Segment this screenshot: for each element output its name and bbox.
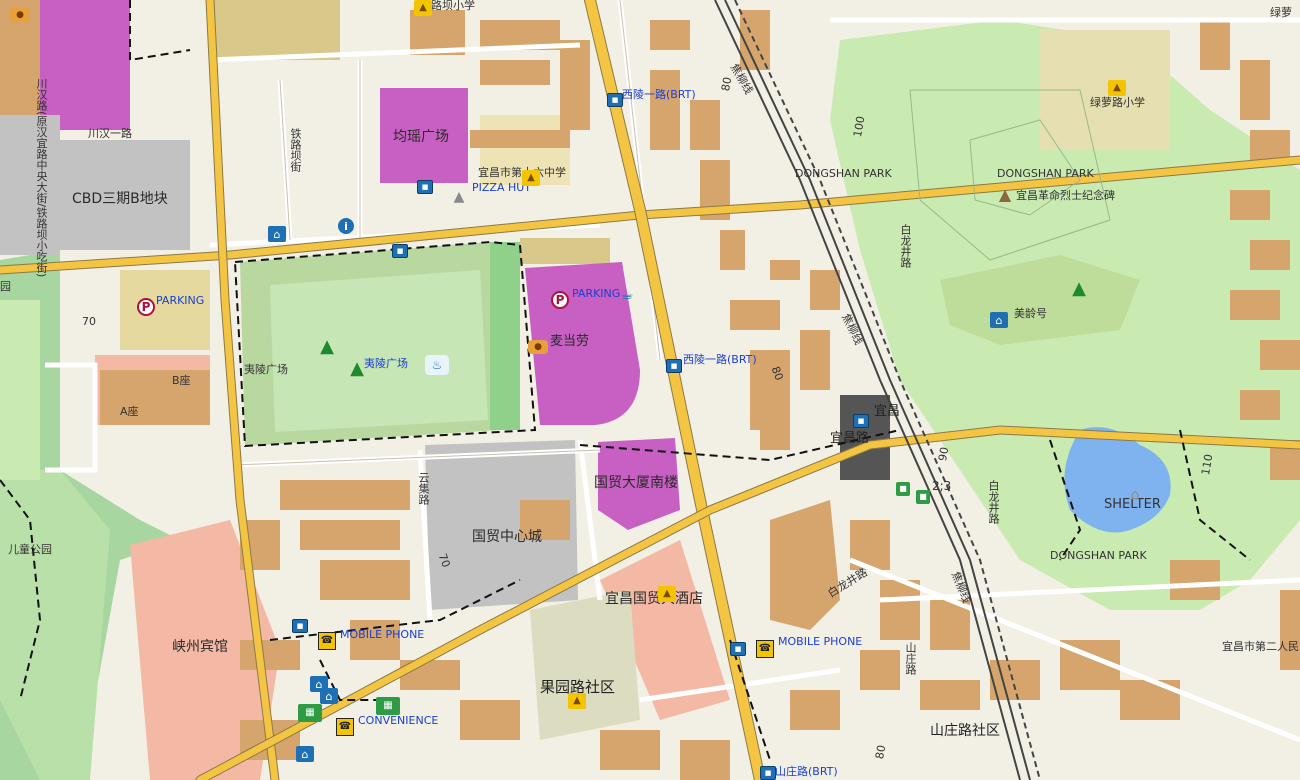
bailongjing-road-3-label: 白龙井路 xyxy=(987,480,1000,524)
contour-80-bottom: 80 xyxy=(873,744,889,761)
parking-icon[interactable]: P xyxy=(137,298,155,316)
museum-icon[interactable]: ⌂ xyxy=(268,226,286,242)
mobile-phone-2-label: MOBILE PHONE xyxy=(778,635,863,648)
railway-road-label: 铁路坝街 xyxy=(289,128,302,172)
tree-icon: ▲ xyxy=(1072,278,1086,299)
plaza-strip xyxy=(490,242,520,430)
restaurant-icon[interactable]: ▲ xyxy=(450,188,468,206)
yichang-station-label: 宜昌 xyxy=(874,404,901,419)
fast-food-icon[interactable]: ● xyxy=(528,340,548,354)
tree-icon: ▲ xyxy=(350,358,364,379)
convenience-label: CONVENIENCE xyxy=(358,714,439,727)
tan-area-mid xyxy=(520,238,610,264)
shanzhuang-brt-label: 山庄路(BRT) xyxy=(775,765,838,778)
yiling-plaza-inner xyxy=(270,270,488,432)
commercial-topleft xyxy=(40,0,130,130)
children-park-label: 儿童公园 xyxy=(8,543,52,556)
bus-stop-icon[interactable]: ■ xyxy=(730,642,746,656)
school-icon[interactable]: ▲ xyxy=(568,693,586,709)
bus-stop-icon[interactable]: ■ xyxy=(392,244,408,258)
dongshan-park-top-label: DONGSHAN PARK xyxy=(795,167,892,180)
phone-shop-icon[interactable]: ☎ xyxy=(336,718,354,736)
edge-left-label: 园 xyxy=(0,280,11,293)
museum-icon[interactable]: ⌂ xyxy=(320,688,338,704)
museum-icon[interactable]: ⌂ xyxy=(990,312,1008,328)
parking-mid-label: PARKING xyxy=(572,287,621,300)
tree-icon: ▲ xyxy=(320,336,334,357)
brt-mid-label: 西陵一路(BRT) xyxy=(683,353,757,366)
yiling-plaza-b-label: 夷陵广场 xyxy=(364,357,408,370)
cbd-label: CBD三期B地块 xyxy=(72,191,168,207)
dongshan-park-bottom-label: DONGSHAN PARK xyxy=(1050,549,1147,562)
bus-stop-icon[interactable]: ■ xyxy=(853,414,869,428)
school-icon[interactable]: ▲ xyxy=(658,586,676,602)
no2-people-label: 宜昌市第二人民 xyxy=(1222,640,1299,653)
guoyuan-community-area xyxy=(530,590,640,740)
contour-110: 110 xyxy=(1199,453,1216,477)
bus-stop-icon[interactable]: ■ xyxy=(666,359,682,373)
contour-70-left: 70 xyxy=(82,315,96,328)
phone-shop-icon[interactable]: ☎ xyxy=(318,632,336,650)
shanzhuang-road-label: 山庄路 xyxy=(904,642,917,675)
convenience-store-icon[interactable]: ▦ xyxy=(298,704,322,722)
museum-icon[interactable]: ⌂ xyxy=(296,746,314,762)
parking-left-label: PARKING xyxy=(156,294,205,307)
yichang-road-label: 宜昌路 xyxy=(830,431,870,446)
platform-label: 2;3 xyxy=(932,479,952,493)
meiling-label: 美龄号 xyxy=(1014,307,1047,320)
cafe-icon[interactable]: ☕ xyxy=(618,286,636,304)
phone-shop-icon[interactable]: ☎ xyxy=(756,640,774,658)
train-icon[interactable]: ■ xyxy=(916,490,930,504)
martyrs-monument-label: 宜昌革命烈士纪念碑 xyxy=(1016,189,1115,202)
monument-icon[interactable]: ▲ xyxy=(996,186,1014,204)
xiazhou-hotel-label: 峡州宾馆 xyxy=(172,639,228,655)
map-canvas[interactable]: 川汉一路 川汉路(原汉宜路中央大街/铁路坝小吃街) CBD三期B地块 铁路坝街 … xyxy=(0,0,1300,780)
contour-80-top: 80 xyxy=(719,76,735,93)
convenience-store-icon[interactable]: ▦ xyxy=(376,697,400,715)
guomao-south-label: 国贸大厦南楼 xyxy=(594,475,678,491)
parking-icon[interactable]: P xyxy=(551,291,569,309)
junyao-plaza-label: 均瑶广场 xyxy=(393,129,449,145)
bailongjing-road-2-label: 白龙井路 xyxy=(899,224,912,268)
block-b-label: B座 xyxy=(172,374,191,387)
mobile-phone-1-label: MOBILE PHONE xyxy=(340,628,425,641)
lvluo-school-label: 绿萝路小学 xyxy=(1090,96,1145,109)
info-icon[interactable]: i xyxy=(338,218,354,234)
school-icon[interactable]: ▲ xyxy=(414,0,432,16)
guomao-hotel-label: 宜昌国贸大酒店 xyxy=(605,591,703,607)
school-icon[interactable]: ▲ xyxy=(1108,80,1126,96)
bus-stop-icon[interactable]: ■ xyxy=(607,93,623,107)
contour-100: 100 xyxy=(851,115,868,139)
bus-stop-icon[interactable]: ■ xyxy=(417,180,433,194)
bus-stop-icon[interactable]: ■ xyxy=(760,766,776,780)
lvluo-top-label: 绿萝 xyxy=(1270,6,1292,19)
tan-area-top xyxy=(210,0,340,60)
contour-90: 90 xyxy=(936,446,952,463)
parking-lot-left xyxy=(0,115,60,255)
bus-stop-icon[interactable]: ■ xyxy=(292,619,308,633)
train-icon[interactable]: ■ xyxy=(896,482,910,496)
brt-top-label: 西陵一路(BRT) xyxy=(622,88,696,101)
left-green-strip xyxy=(0,300,40,480)
chuanhan-road-label: 川汉一路 xyxy=(88,127,132,140)
chuanhan-vertical-label: 川汉路(原汉宜路中央大街/铁路坝小吃街) xyxy=(35,78,48,278)
mcdonalds-label: 麦当劳 xyxy=(550,334,590,349)
yiling-plaza-a-label: 夷陵广场 xyxy=(244,363,288,376)
guomao-center-label: 国贸中心城 xyxy=(472,529,542,545)
shelter-icon[interactable]: ⌂ xyxy=(1126,486,1144,504)
tan-area-left xyxy=(120,270,210,350)
yunji-road-label: 云集路 xyxy=(417,472,430,505)
map-layer xyxy=(0,0,1300,780)
fountain-icon[interactable]: ♨ xyxy=(425,355,449,375)
block-a-label: A座 xyxy=(120,405,139,418)
dongshan-park-right-label: DONGSHAN PARK xyxy=(997,167,1094,180)
school-icon[interactable]: ▲ xyxy=(522,170,540,186)
fast-food-icon[interactable]: ● xyxy=(10,8,30,22)
shanzhuang-community-label: 山庄路社区 xyxy=(930,723,1000,739)
